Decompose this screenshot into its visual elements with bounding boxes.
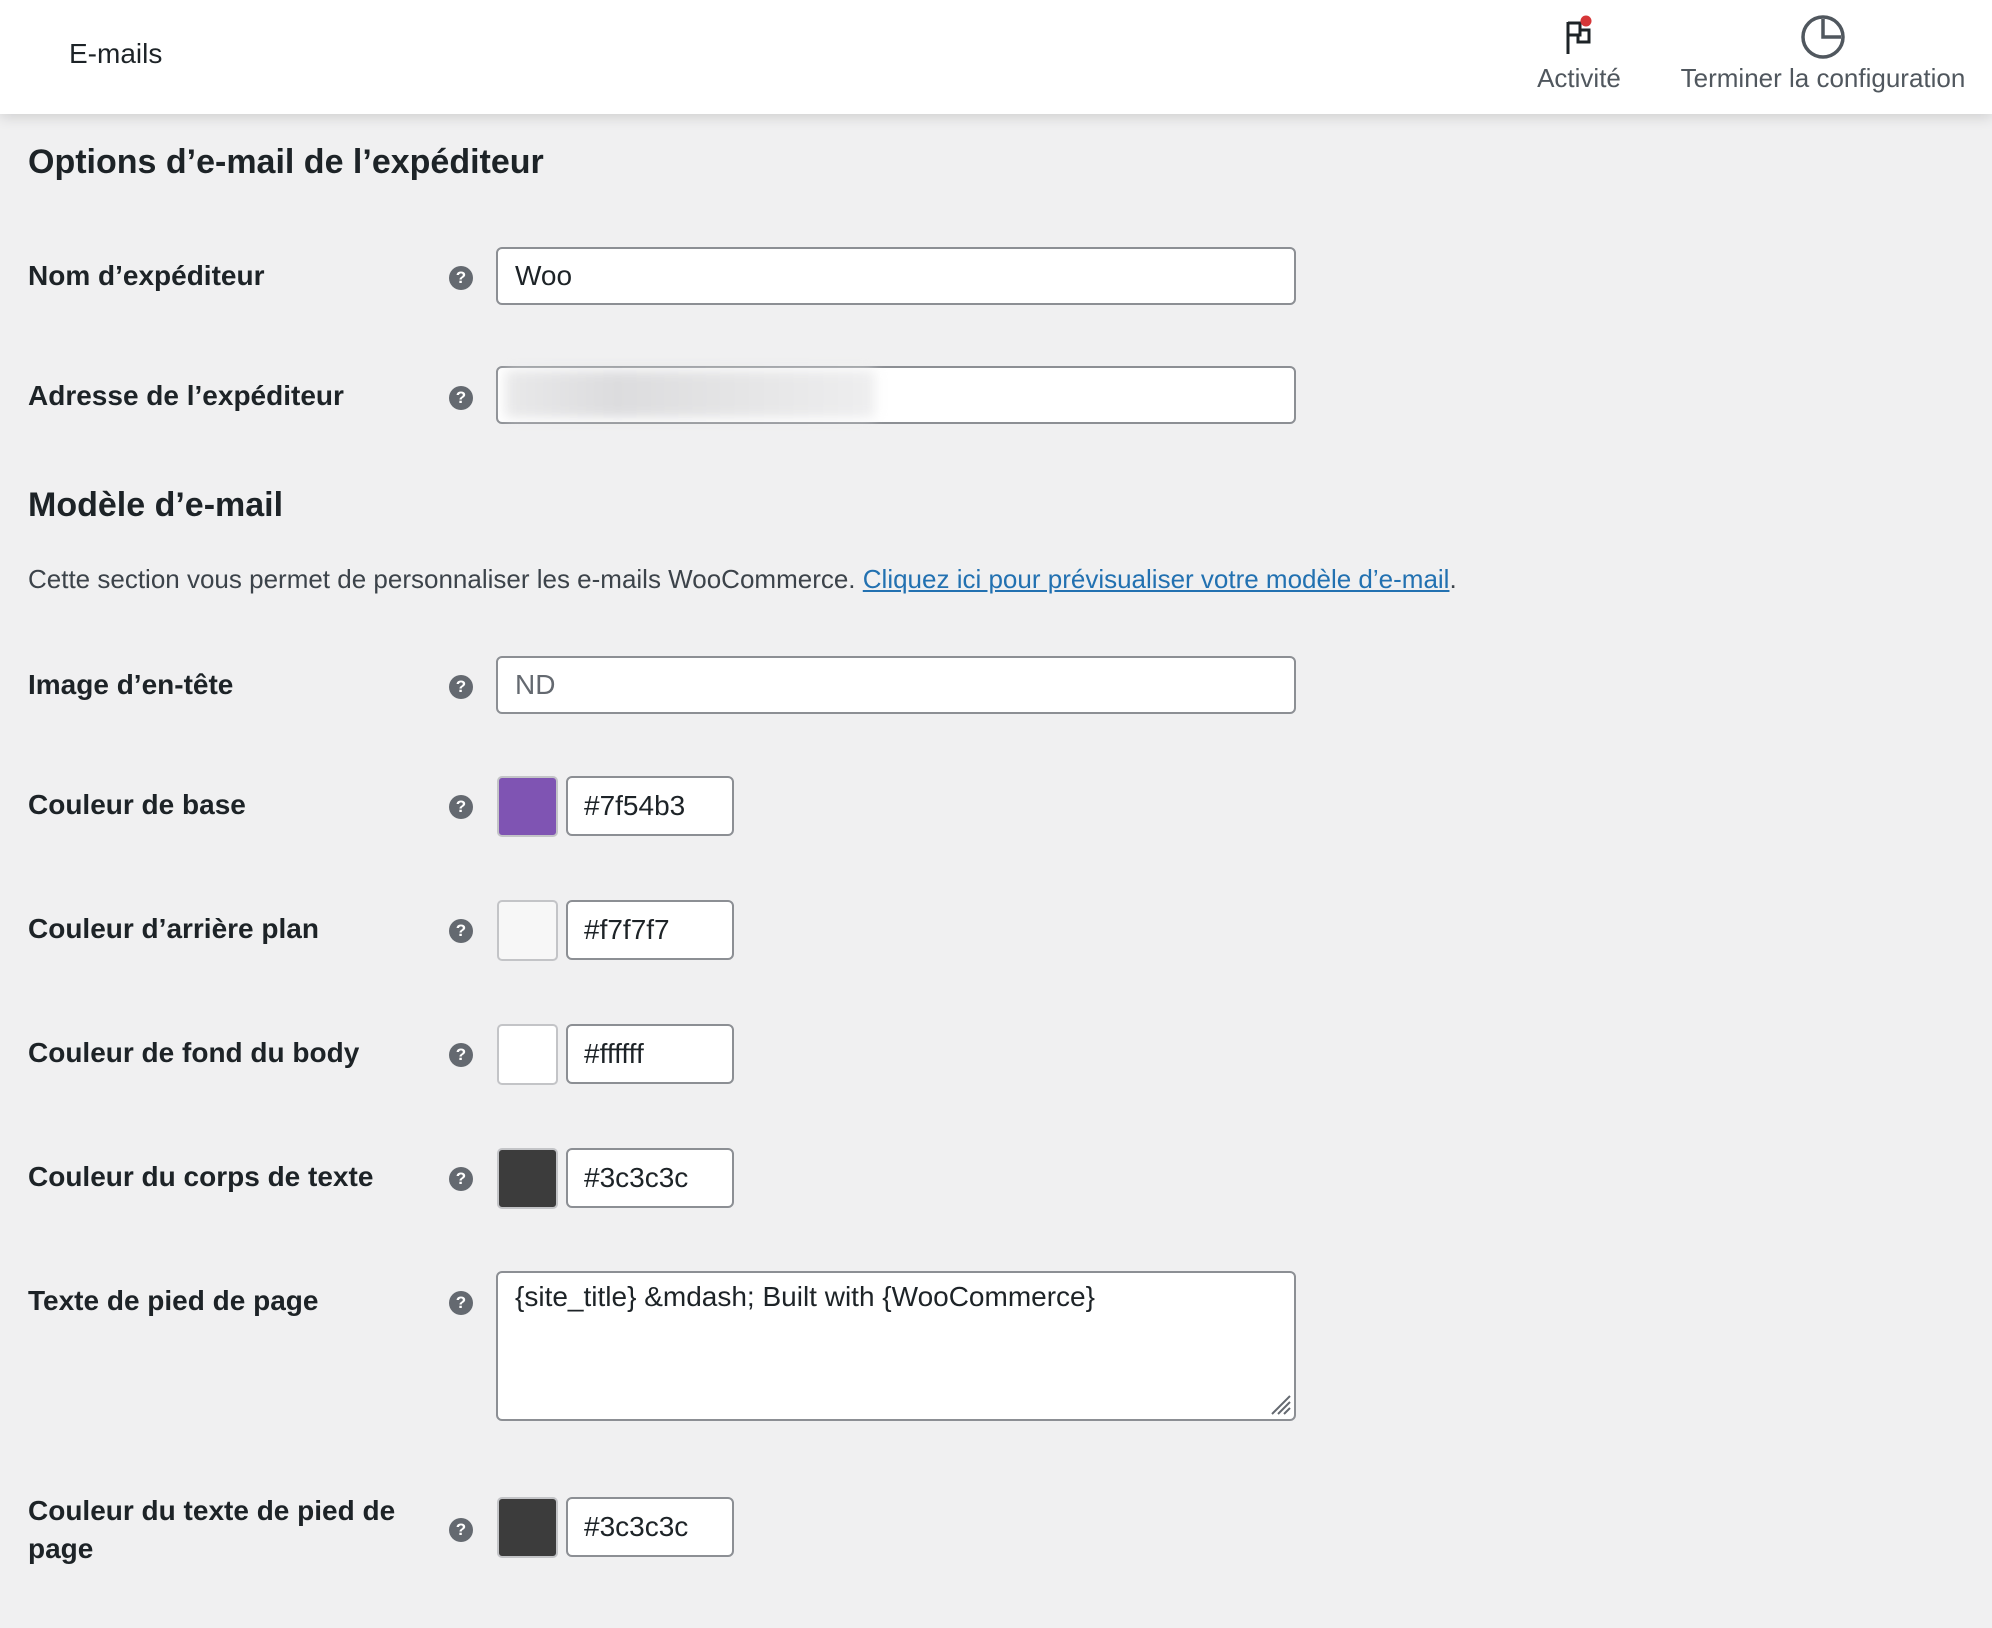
sender-address-label: Adresse de l’expéditeur: [28, 380, 344, 411]
help-icon[interactable]: ?: [449, 1518, 473, 1542]
template-description: Cette section vous permet de personnalis…: [28, 564, 1457, 595]
sender-name-input[interactable]: [496, 247, 1296, 305]
background-color-swatch[interactable]: [497, 900, 558, 961]
background-color-label: Couleur d’arrière plan: [28, 913, 319, 944]
notification-dot-icon: [1580, 15, 1592, 27]
help-icon[interactable]: ?: [449, 266, 473, 290]
top-header-bar: E-mails Activité Terminer la configurati…: [0, 0, 1992, 114]
preview-template-link[interactable]: Cliquez ici pour prévisualiser votre mod…: [863, 564, 1450, 594]
template-description-end: .: [1449, 564, 1457, 594]
help-icon[interactable]: ?: [449, 1291, 473, 1315]
footer-text-color-label: Couleur du texte de pied de page: [28, 1495, 396, 1564]
progress-circle-icon: [1801, 15, 1845, 59]
sender-name-label: Nom d’expéditeur: [28, 260, 265, 291]
body-background-color-label: Couleur de fond du body: [28, 1037, 360, 1068]
header-image-input[interactable]: [496, 656, 1296, 714]
footer-text-color-swatch[interactable]: [497, 1497, 558, 1558]
sender-options-heading: Options d’e-mail de l’expéditeur: [28, 143, 544, 181]
help-icon[interactable]: ?: [449, 1043, 473, 1067]
help-icon[interactable]: ?: [449, 919, 473, 943]
footer-text-textarea[interactable]: {site_title} &mdash; Built with {WooComm…: [496, 1271, 1296, 1421]
finish-setup-label: Terminer la configuration: [1680, 63, 1966, 93]
flag-icon: [1566, 15, 1592, 54]
resize-grip-icon[interactable]: [1264, 1388, 1292, 1416]
base-color-swatch[interactable]: [497, 776, 558, 837]
help-icon[interactable]: ?: [449, 795, 473, 819]
body-text-color-swatch[interactable]: [497, 1148, 558, 1209]
body-text-color-label: Couleur du corps de texte: [28, 1161, 374, 1192]
body-text-color-input[interactable]: [566, 1148, 734, 1208]
header-image-label: Image d’en-tête: [28, 669, 234, 700]
help-icon[interactable]: ?: [449, 386, 473, 410]
template-description-text: Cette section vous permet de personnalis…: [28, 564, 863, 594]
footer-text-label: Texte de pied de page: [28, 1285, 319, 1316]
base-color-label: Couleur de base: [28, 789, 246, 820]
help-icon[interactable]: ?: [449, 1167, 473, 1191]
sender-address-input[interactable]: [496, 366, 1296, 424]
page-title: E-mails: [69, 38, 163, 69]
base-color-input[interactable]: [566, 776, 734, 836]
help-icon[interactable]: ?: [449, 675, 473, 699]
activity-button[interactable]: Activité: [1520, 0, 1638, 114]
activity-label: Activité: [1537, 63, 1621, 93]
background-color-input[interactable]: [566, 900, 734, 960]
footer-text-color-input[interactable]: [566, 1497, 734, 1557]
email-template-heading: Modèle d’e-mail: [28, 486, 284, 524]
body-background-color-input[interactable]: [566, 1024, 734, 1084]
finish-setup-button[interactable]: Terminer la configuration: [1668, 0, 1978, 114]
body-background-color-swatch[interactable]: [497, 1024, 558, 1085]
